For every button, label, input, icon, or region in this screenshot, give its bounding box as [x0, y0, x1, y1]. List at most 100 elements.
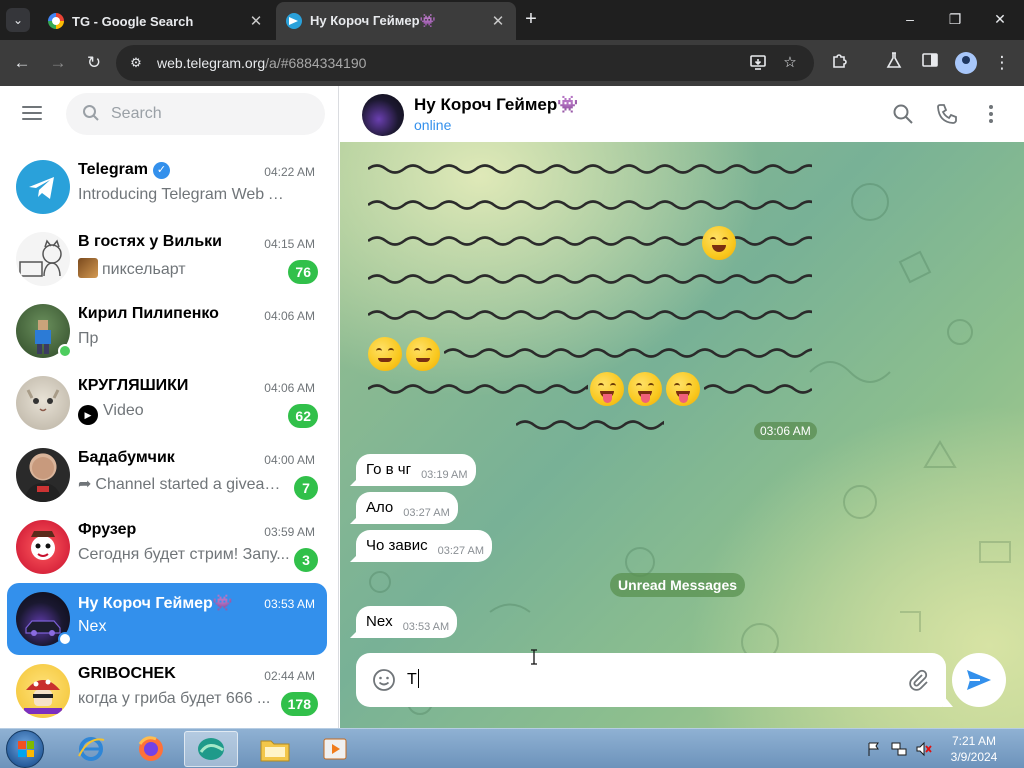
google-favicon-icon: [48, 13, 64, 29]
incoming-message[interactable]: Nex 03:53 AM: [356, 606, 458, 638]
tab-title: Ну Короч Геймер👾: [310, 13, 436, 28]
chat-wallpaper-pattern: [369, 183, 1011, 715]
chat-name: Telegram ✓: [78, 161, 170, 179]
emoji-picker-icon[interactable]: [372, 668, 396, 692]
tab-search-chevron-icon[interactable]: ⌄: [6, 8, 30, 32]
site-settings-icon[interactable]: ⚙: [126, 53, 146, 73]
unread-count-badge: 76: [288, 260, 318, 284]
image-thumbnail: [78, 258, 98, 278]
unread-count-badge: 62: [288, 404, 318, 428]
avatar: [16, 520, 70, 574]
address-url[interactable]: web.telegram.org/a/#6884334190: [157, 55, 366, 71]
chat-preview: Introducing Telegram Web A v1...: [78, 186, 290, 203]
volume-muted-icon[interactable]: [916, 741, 932, 757]
browser-menu-icon[interactable]: ⋮: [990, 51, 1014, 75]
chat-name: Ну Короч Геймер👾: [78, 595, 233, 612]
search-input[interactable]: Search: [66, 93, 325, 135]
winking-emoji-icon: [368, 337, 402, 371]
message-time: 03:27 AM: [403, 507, 450, 519]
close-window-button[interactable]: ✕: [980, 6, 1020, 32]
chat-time: 04:06 AM: [264, 381, 315, 395]
new-tab-button[interactable]: +: [520, 8, 542, 30]
chat-preview: ▶ Video: [78, 402, 268, 425]
close-tab-icon[interactable]: ✕: [490, 12, 506, 30]
incoming-message[interactable]: Ало 03:27 AM: [356, 492, 458, 524]
labs-flask-icon[interactable]: [882, 51, 906, 75]
chat-preview: пиксельарт: [78, 258, 268, 279]
taskbar-media-player[interactable]: [308, 731, 362, 767]
video-play-icon: ▶: [78, 405, 98, 425]
start-button[interactable]: [6, 730, 44, 768]
extensions-icon[interactable]: [828, 51, 852, 75]
chat-item-kiril-pilipenko[interactable]: Кирил Пилипенко 04:06 AM Пр: [7, 295, 327, 367]
message-text: Го в чг: [366, 461, 412, 478]
chat-item-nu-koroch-geymer[interactable]: Ну Короч Геймер👾 03:53 AM Nex: [7, 583, 327, 655]
cat-drawing-icon: [19, 239, 62, 277]
system-clock[interactable]: 7:21 AM 3/9/2024: [944, 733, 1004, 765]
reload-icon[interactable]: ↻: [82, 51, 106, 75]
forward-arrow-icon[interactable]: →: [46, 51, 70, 75]
squiggle-line: [516, 420, 664, 430]
taskbar-internet-explorer[interactable]: [64, 731, 118, 767]
back-arrow-icon[interactable]: ←: [10, 51, 34, 75]
side-panel-icon[interactable]: [918, 51, 942, 75]
search-icon[interactable]: [891, 102, 915, 126]
phone-call-icon[interactable]: [935, 102, 959, 126]
chat-title[interactable]: Ну Короч Геймер👾: [414, 95, 578, 115]
incoming-message[interactable]: Го в чг 03:19 AM: [356, 454, 476, 486]
chat-avatar[interactable]: [362, 94, 404, 136]
verified-badge-icon: ✓: [152, 162, 170, 179]
unread-messages-divider: Unread Messages: [610, 573, 746, 597]
unread-count-badge: 7: [294, 476, 318, 500]
avatar: [16, 664, 70, 718]
minimize-button[interactable]: –: [890, 6, 930, 32]
chat-preview: когда у гриба будет 666 ...: [78, 690, 271, 707]
chat-item-kruglyashiki[interactable]: КРУГЛЯШИКИ 04:06 AM ▶ Video 62: [7, 367, 327, 439]
windows-taskbar: 7:21 AM 3/9/2024: [0, 728, 1024, 768]
avatar: [16, 376, 70, 430]
chat-name: GRIBOCHEK: [78, 665, 176, 682]
squiggle-line: [368, 236, 812, 246]
cat-face-icon: [26, 389, 60, 412]
taskbar-browser-active[interactable]: [184, 731, 238, 767]
chat-item-gribochek[interactable]: GRIBOCHEK 02:44 AM когда у гриба будет 6…: [7, 655, 327, 727]
chat-preview: Сегодня будет стрим! Запу...: [78, 546, 290, 563]
profile-avatar[interactable]: [955, 52, 977, 74]
restore-button[interactable]: ❐: [935, 6, 975, 32]
address-bar[interactable]: ⚙ web.telegram.org/a/#6884334190 ☆: [116, 45, 814, 81]
chat-name: В гостях у Вильки: [78, 233, 223, 250]
send-arrow-icon: [967, 670, 991, 690]
online-indicator: [58, 344, 72, 358]
chat-time: 03:53 AM: [264, 597, 315, 611]
mushroom-character-icon: [24, 679, 62, 714]
message-composer[interactable]: Т: [356, 653, 946, 707]
chat-item-telegram[interactable]: Telegram ✓ 04:22 AM Introducing Telegram …: [7, 151, 327, 223]
tab-telegram-chat[interactable]: Ну Короч Геймер👾 ✕: [276, 2, 516, 40]
chat-time: 02:44 AM: [264, 669, 315, 683]
taskbar-file-explorer[interactable]: [248, 731, 302, 767]
telegram-web-app: Search Telegram ✓ 04:22 AM Introducing Te…: [0, 86, 1024, 728]
bookmark-star-icon[interactable]: ☆: [780, 53, 800, 73]
chat-item-badabumchik[interactable]: Бадабумчик 04:00 AM ➦ Channel started a g…: [7, 439, 327, 511]
close-tab-icon[interactable]: ✕: [248, 12, 264, 30]
main-menu-icon[interactable]: [22, 106, 42, 120]
network-icon[interactable]: [891, 741, 907, 757]
taskbar-firefox[interactable]: [124, 731, 178, 767]
chat-item-v-gostyah-u-vilki[interactable]: В гостях у Вильки 04:15 AM пиксельарт 76: [7, 223, 327, 295]
tab-title: TG - Google Search: [72, 13, 194, 29]
firefox-icon: [138, 736, 163, 761]
incoming-message[interactable]: Чо завис 03:27 AM: [356, 530, 493, 562]
message-text: Nex: [366, 613, 393, 630]
tab-google-search[interactable]: TG - Google Search ✕: [38, 2, 274, 40]
attach-paperclip-icon[interactable]: [906, 668, 930, 692]
install-app-icon[interactable]: [748, 53, 768, 73]
clock-time: 7:21 AM: [951, 734, 997, 748]
search-icon: [83, 105, 99, 121]
action-center-flag-icon[interactable]: [866, 741, 882, 757]
more-options-icon[interactable]: [979, 102, 1003, 126]
chat-item-fruzer[interactable]: Фрузер 03:59 AM Сегодня будет стрим! Зап…: [7, 511, 327, 583]
message-input[interactable]: Т: [407, 669, 419, 689]
tongue-out-emoji-icon: [628, 372, 662, 406]
send-button[interactable]: [952, 653, 1006, 707]
squiggle-line: [368, 310, 812, 320]
